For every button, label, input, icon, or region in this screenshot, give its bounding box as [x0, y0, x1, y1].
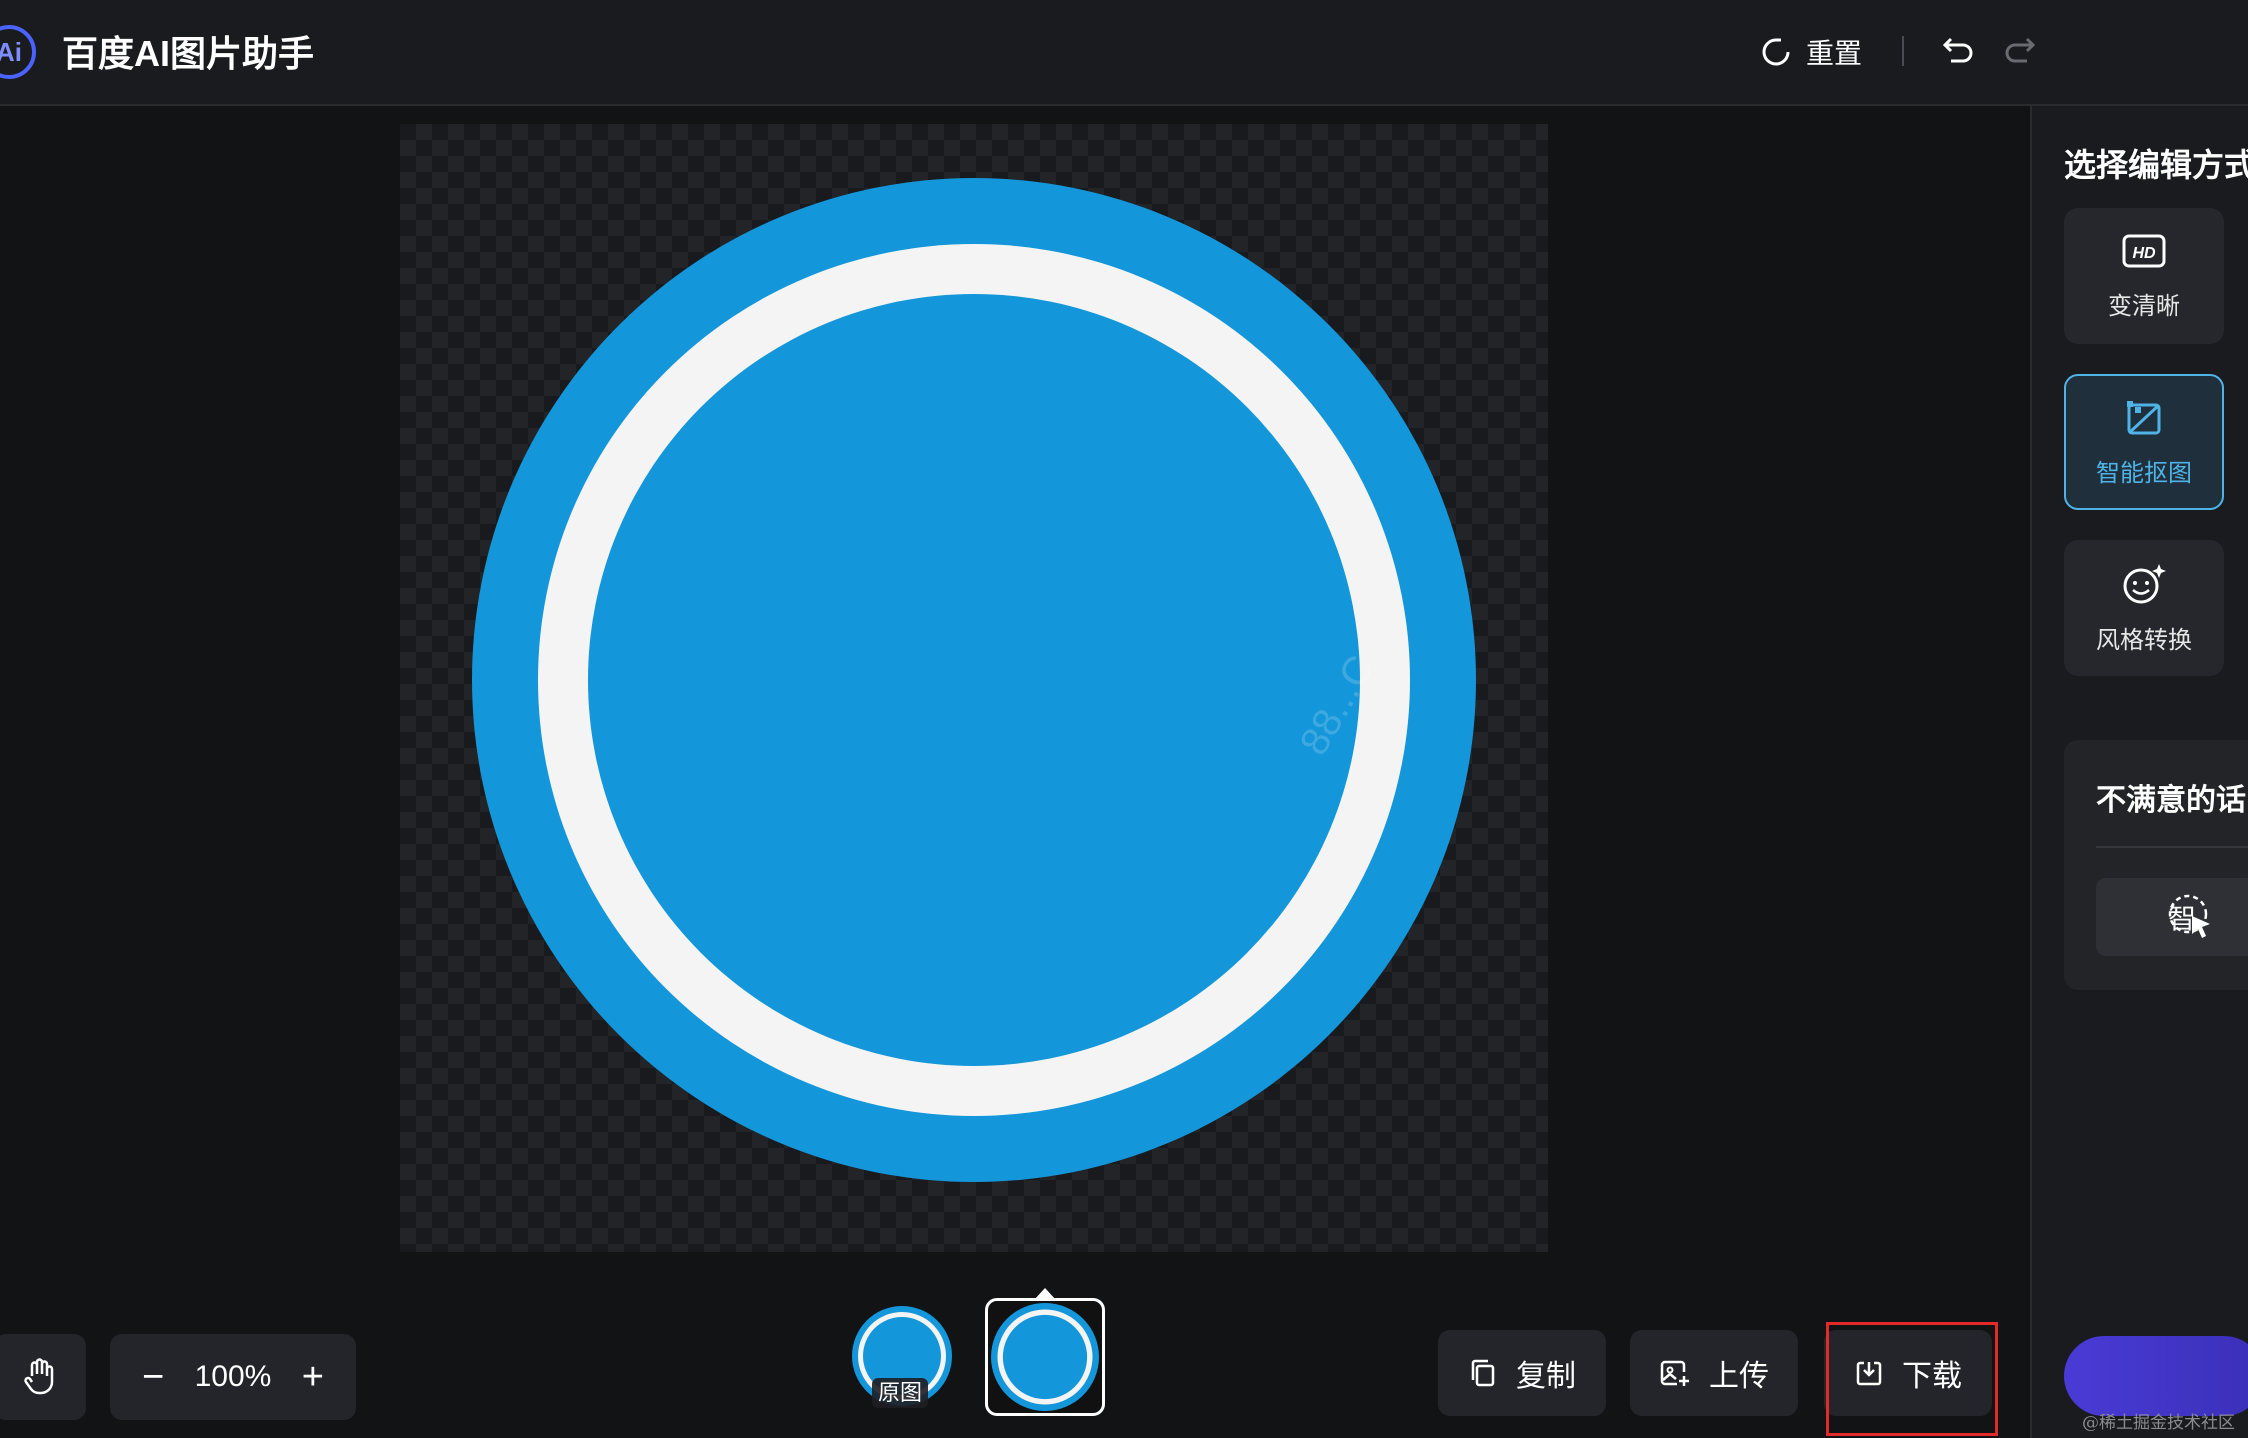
logo-text: Ai: [0, 36, 22, 67]
zoom-level: 100%: [194, 1360, 272, 1393]
hd-icon: HD: [2122, 234, 2166, 267]
download-highlight-box: [1826, 1322, 1998, 1436]
copy-label: 复制: [1516, 1360, 1576, 1393]
feedback-divider: [2096, 846, 2248, 848]
pan-tool-button[interactable]: [0, 1334, 86, 1420]
reset-label: 重置: [1806, 38, 1863, 69]
cutout-result-image[interactable]: 88...C: [472, 178, 1476, 1182]
tool-label: 风格转换: [2096, 626, 2192, 654]
zoom-in-button[interactable]: +: [302, 1358, 324, 1396]
zoom-out-button[interactable]: −: [142, 1358, 164, 1396]
header-divider: [1902, 36, 1904, 66]
redo-icon: [2005, 37, 2036, 63]
upload-label: 上传: [1709, 1360, 1769, 1393]
cutout-icon: [2127, 400, 2161, 434]
undo-icon: [1942, 37, 1973, 63]
tool-style-transfer[interactable]: 风格转换: [2064, 540, 2224, 676]
undo-button[interactable]: [1938, 28, 1978, 72]
footer-watermark: @稀土掘金技术社区: [2082, 1413, 2235, 1433]
hand-icon: [24, 1358, 54, 1395]
tool-smart-cutout[interactable]: 智能抠图: [2064, 374, 2224, 510]
tool-label: 智能抠图: [2096, 459, 2192, 487]
primary-action-button[interactable]: [2064, 1336, 2248, 1416]
redo-button[interactable]: [2000, 28, 2040, 72]
svg-text:HD: HD: [2132, 245, 2156, 262]
original-label: 原图: [872, 1378, 929, 1408]
smart-select-cursor-icon: [2168, 894, 2210, 938]
feedback-title: 不满意的话: [2096, 784, 2246, 817]
upload-image-icon: [1660, 1360, 1689, 1386]
reset-button[interactable]: 重置: [1760, 28, 1862, 76]
top-bar: [0, 0, 2248, 106]
copy-icon: [1471, 1359, 1495, 1387]
inner-blue-disc: [588, 294, 1360, 1066]
tool-label: 变清晰: [2108, 292, 2180, 320]
refresh-icon: [1762, 38, 1790, 66]
result-thumbnail-image: [991, 1303, 1099, 1411]
copy-button[interactable]: 复制: [1438, 1330, 1606, 1416]
result-thumbnail[interactable]: [985, 1298, 1105, 1416]
zoom-control: − 100% +: [110, 1334, 356, 1420]
app-title: 百度AI图片助手: [62, 33, 315, 74]
upload-button[interactable]: 上传: [1630, 1330, 1798, 1416]
panel-title: 选择编辑方式: [2064, 147, 2248, 183]
tool-enhance-clarity[interactable]: HD 变清晰: [2064, 208, 2224, 344]
style-smile-icon: [2123, 563, 2166, 603]
